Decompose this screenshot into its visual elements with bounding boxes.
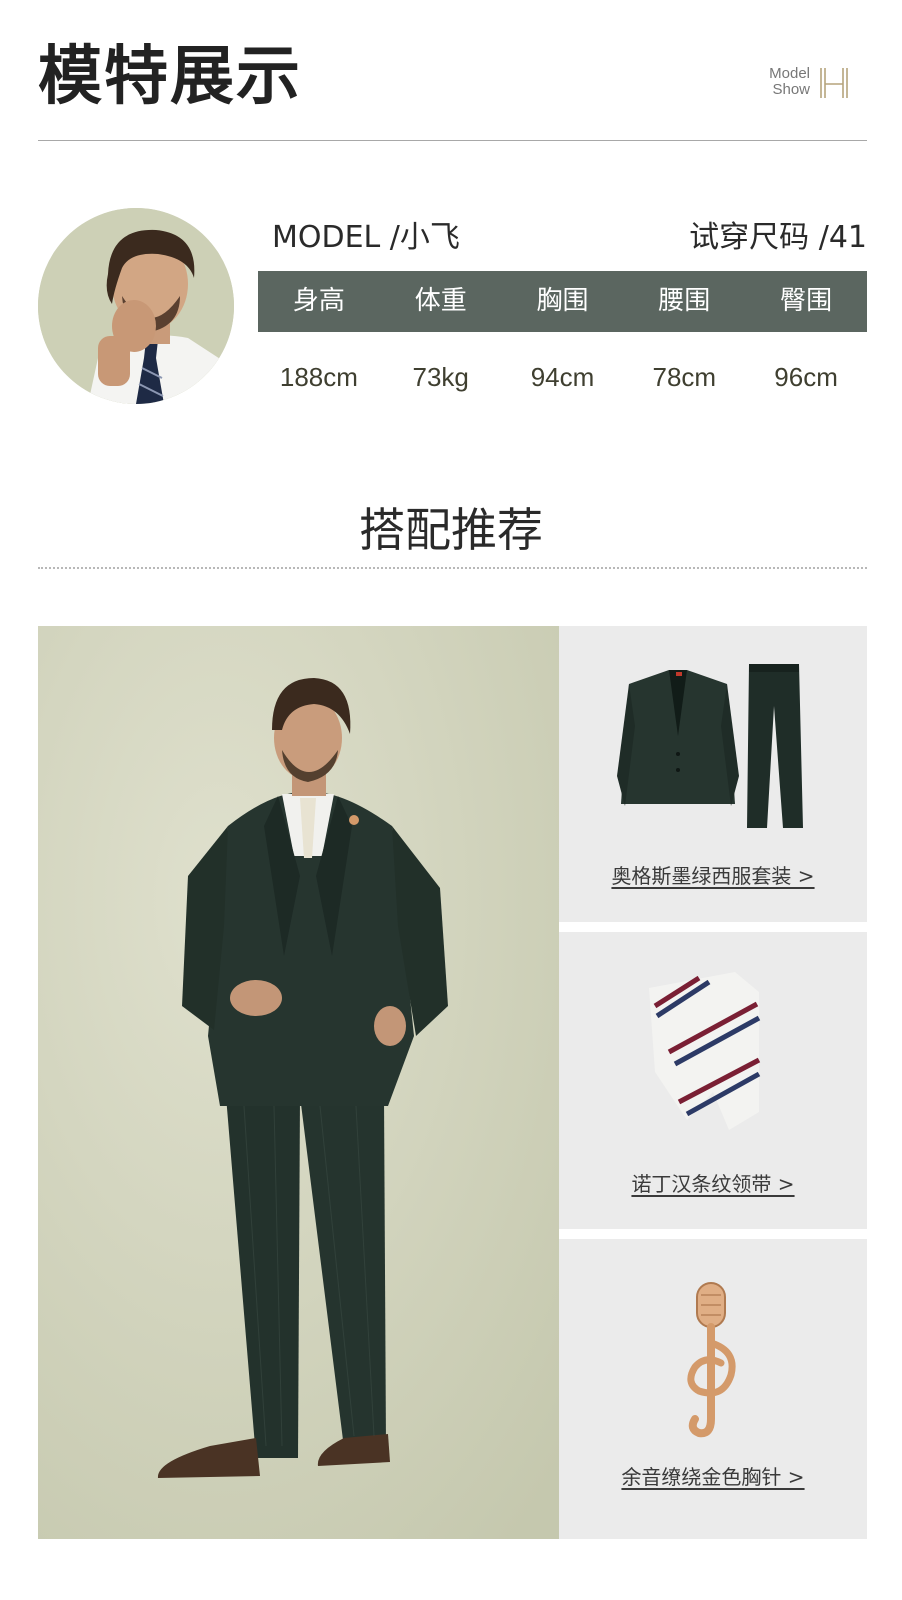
recommend-link-tie[interactable]: 诺丁汉条纹领带 >: [559, 1168, 867, 1197]
header-divider: [38, 140, 867, 141]
stat-label-chest: 胸围: [536, 286, 589, 316]
brand-caption: Model Show: [760, 66, 810, 98]
brand-line-1: Model: [769, 65, 810, 82]
stat-value-height: 188cm: [279, 362, 358, 392]
recommend-item-suit[interactable]: 奥格斯墨绿西服套装 >: [559, 626, 867, 922]
h-monogram-icon: [820, 68, 848, 98]
dotted-divider: [38, 567, 867, 569]
stat-label-waist: 腰围: [658, 286, 711, 316]
brand-line-2: Show: [772, 81, 810, 98]
measurement-header-bar: 身高 体重 胸围 腰围 臀围: [258, 271, 867, 332]
gold-brooch-image: [687, 1282, 736, 1438]
striped-tie-image: [649, 972, 761, 1130]
stat-value-chest: 94cm: [530, 362, 595, 392]
stat-label-hip: 臀围: [780, 286, 833, 316]
recommend-link-suit[interactable]: 奥格斯墨绿西服套装 >: [559, 860, 867, 889]
page-title: 模特展示: [38, 39, 302, 114]
try-on-size: 试穿尺码 /41: [689, 220, 867, 255]
recommend-title: 搭配推荐: [359, 503, 543, 557]
recommend-item-tie[interactable]: 诺丁汉条纹领带 >: [559, 932, 867, 1229]
model-full-body-photo: [38, 626, 559, 1539]
recommend-link-brooch[interactable]: 余音缭绕金色胸针 >: [559, 1461, 867, 1490]
stat-value-weight: 73kg: [412, 362, 469, 392]
stat-label-weight: 体重: [414, 286, 467, 316]
measurement-values-row: 188cm 73kg 94cm 78cm 96cm: [258, 352, 867, 402]
suit-set-image: [617, 664, 803, 828]
model-name: MODEL /小飞: [272, 220, 460, 255]
recommend-item-brooch[interactable]: 余音缭绕金色胸针 >: [559, 1239, 867, 1539]
stat-value-waist: 78cm: [652, 362, 717, 392]
stat-value-hip: 96cm: [774, 362, 838, 392]
stat-label-height: 身高: [292, 286, 345, 316]
model-avatar: [38, 208, 234, 404]
